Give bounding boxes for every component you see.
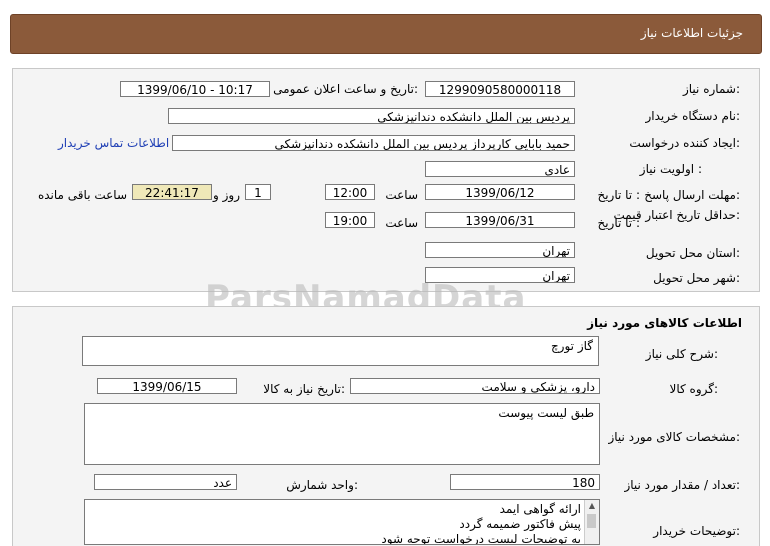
buyer-notes-scrollbar[interactable]: ▲	[584, 500, 599, 544]
days-remaining-field: 1	[245, 184, 271, 200]
price-valid-time-field: 19:00	[325, 212, 375, 228]
need-date-field: 1399/06/15	[97, 378, 237, 394]
deadline-date-field: 1399/06/12	[425, 184, 575, 200]
buyer-contact-link[interactable]: اطلاعات تماس خریدار	[58, 136, 169, 150]
price-valid-date-field: 1399/06/31	[425, 212, 575, 228]
desc-text: گاز تورچ	[550, 339, 593, 353]
buyer-notes-field[interactable]: ارائه گواهی ایمد پیش فاکتور ضمیمه گردد ب…	[84, 499, 600, 545]
desc-label: شرح کلی نیاز:	[645, 347, 718, 361]
page-header: جزئیات اطلاعات نیاز	[10, 14, 762, 54]
spec-field: طبق لیست پیوست	[84, 403, 600, 465]
spec-label: مشخصات کالای مورد نیاز:	[608, 430, 740, 444]
unit-field: عدد	[94, 474, 237, 490]
spec-text: طبق لیست پیوست	[498, 406, 594, 420]
city-label: شهر محل تحویل:	[653, 271, 740, 285]
goods-section-title: اطلاعات کالاهای مورد نیاز	[587, 316, 742, 330]
creator-label: ایجاد کننده درخواست:	[629, 136, 740, 150]
need-date-label: تاریخ نیاز به کالا:	[263, 382, 345, 396]
buyer-notes-label: توضیحات خریدار:	[653, 524, 740, 538]
announce-field: 1399/06/10 - 10:17	[120, 81, 270, 97]
page-title: جزئیات اطلاعات نیاز	[640, 26, 743, 40]
buyer-note-item: ارائه گواهی ایمد	[499, 502, 581, 516]
city-field: تهران	[425, 267, 575, 283]
need-number-label: شماره نیاز:	[682, 82, 740, 96]
province-field: تهران	[425, 242, 575, 258]
buyer-org-label: نام دستگاه خریدار:	[645, 109, 741, 123]
buyer-note-item: پیش فاکتور ضمیمه گردد	[459, 517, 581, 531]
deadline-time-label: ساعت	[385, 188, 418, 202]
price-valid-time-label: ساعت	[385, 216, 418, 230]
group-label: گروه کالا:	[669, 382, 719, 396]
buyer-org-field: پردیس بین الملل دانشکده دندانپزشکی	[168, 108, 575, 124]
deadline-label: مهلت ارسال پاسخ:	[644, 188, 740, 202]
desc-field: گاز تورچ	[82, 336, 599, 366]
scroll-up-icon[interactable]: ▲	[585, 500, 599, 512]
remaining-time-field: 22:41:17	[132, 184, 212, 200]
priority-label: اولویت نیاز :	[639, 162, 702, 176]
buyer-note-item: به توضیحات لیست درخواست توجه شود	[381, 532, 581, 545]
remaining-label: ساعت باقی مانده	[37, 188, 127, 202]
qty-field: 180	[450, 474, 600, 490]
deadline-to-date-label: تا تاریخ :	[597, 188, 640, 202]
price-valid-to-date-label: تا تاریخ :	[597, 216, 640, 230]
unit-label: واحد شمارش:	[286, 478, 358, 492]
priority-field: عادی	[425, 161, 575, 177]
announce-label: تاریخ و ساعت اعلان عمومی:	[273, 82, 418, 96]
days-label: روز و	[213, 188, 240, 202]
deadline-time-field: 12:00	[325, 184, 375, 200]
creator-field: حمید بابایی کارپرداز پردیس بین الملل دان…	[172, 135, 575, 151]
scroll-thumb[interactable]	[587, 514, 596, 528]
qty-label: تعداد / مقدار مورد نیاز:	[624, 478, 740, 492]
province-label: استان محل تحویل:	[645, 246, 740, 260]
group-field: دارو، پزشکی و سلامت	[350, 378, 600, 394]
need-number-field: 1299090580000118	[425, 81, 575, 97]
